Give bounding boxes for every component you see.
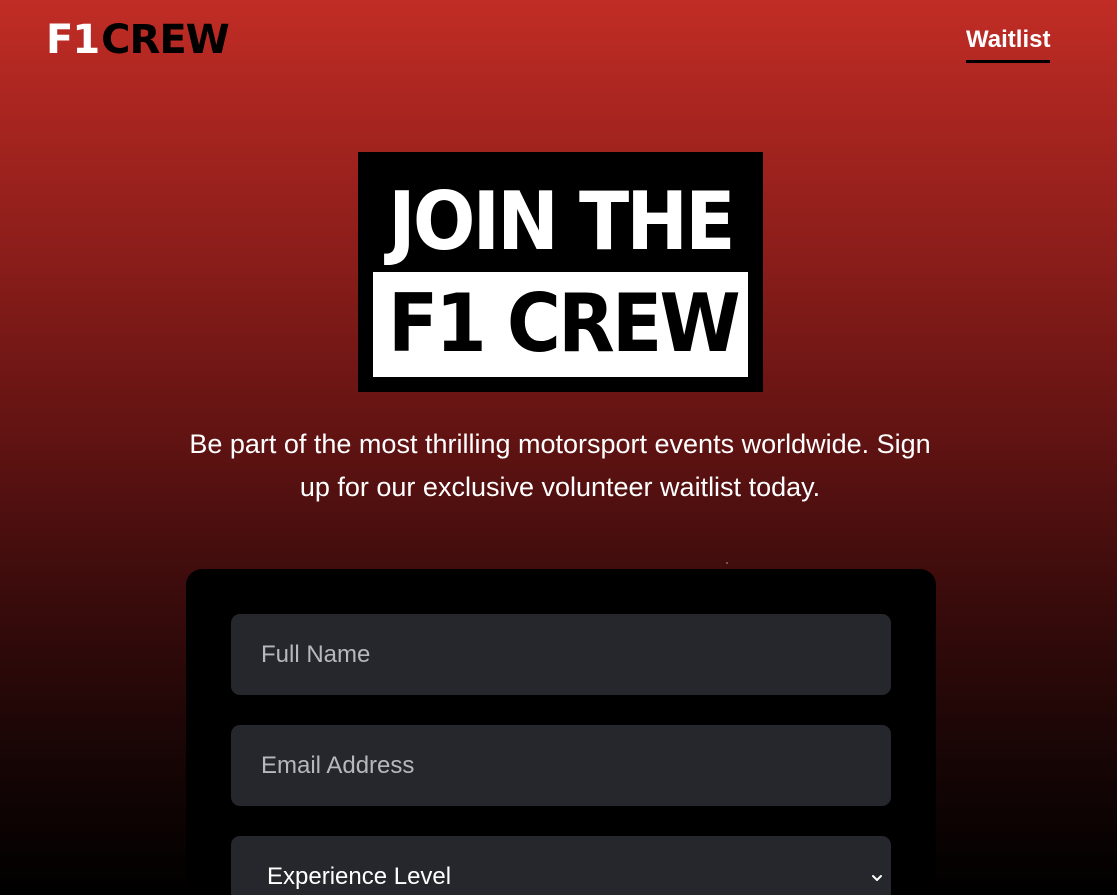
- chevron-down-icon: [872, 875, 882, 881]
- experience-level-value: Experience Level: [267, 863, 452, 890]
- decorative-dot: [726, 562, 728, 564]
- email-input[interactable]: [231, 725, 891, 806]
- logo[interactable]: F1 CREW: [46, 17, 230, 63]
- logo-crew-text: CREW: [101, 17, 230, 63]
- hero-title-line-1: JOIN THE: [388, 175, 735, 268]
- full-name-input[interactable]: [231, 614, 891, 695]
- experience-level-select[interactable]: Experience Level: [231, 836, 891, 895]
- site-header: F1 CREW Waitlist: [0, 0, 1117, 90]
- logo-f1-text: F1: [46, 17, 100, 63]
- hero-title-box: JOIN THE F1 CREW: [358, 152, 763, 392]
- hero-title-highlight: F1 CREW: [373, 272, 748, 377]
- nav-link-waitlist[interactable]: Waitlist: [966, 26, 1051, 63]
- hero-title-line-2: F1 CREW: [388, 277, 741, 370]
- hero-subtitle: Be part of the most thrilling motorsport…: [189, 429, 931, 502]
- waitlist-form: Experience Level: [186, 569, 936, 895]
